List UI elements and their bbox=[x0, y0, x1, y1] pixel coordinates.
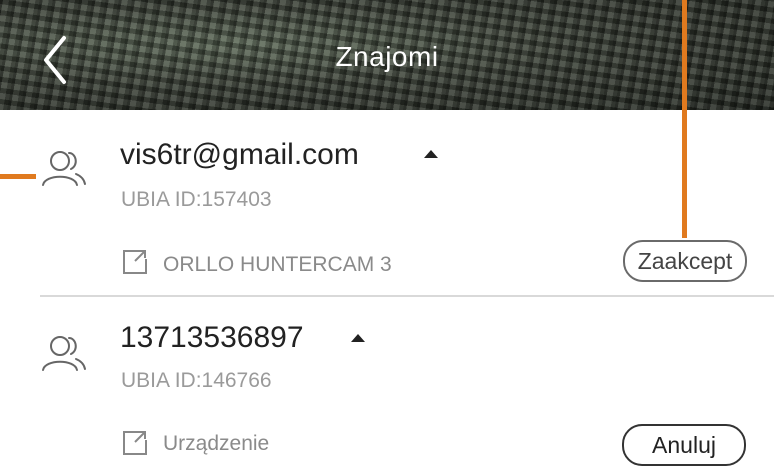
ubia-id: UBIA ID:157403 bbox=[121, 188, 272, 211]
ubia-id: UBIA ID:146766 bbox=[121, 369, 272, 392]
expand-caret-icon[interactable] bbox=[351, 334, 365, 342]
contacts-icon bbox=[42, 151, 86, 186]
device-name: ORLLO HUNTERCAM 3 bbox=[163, 253, 392, 276]
contact-name: vis6tr@gmail.com bbox=[120, 138, 359, 171]
expand-caret-icon[interactable] bbox=[424, 150, 438, 158]
page-title: Znajomi bbox=[335, 41, 439, 72]
contact-name: 13713536897 bbox=[120, 321, 304, 354]
header-bar: Znajomi bbox=[0, 0, 774, 110]
device-share-icon bbox=[123, 431, 147, 455]
cancel-button[interactable]: Anuluj bbox=[622, 424, 746, 466]
device-share-icon bbox=[123, 250, 147, 274]
accept-button[interactable]: Zaakcept bbox=[623, 240, 747, 282]
contacts-icon bbox=[42, 336, 86, 371]
device-name: Urządzenie bbox=[163, 432, 270, 455]
